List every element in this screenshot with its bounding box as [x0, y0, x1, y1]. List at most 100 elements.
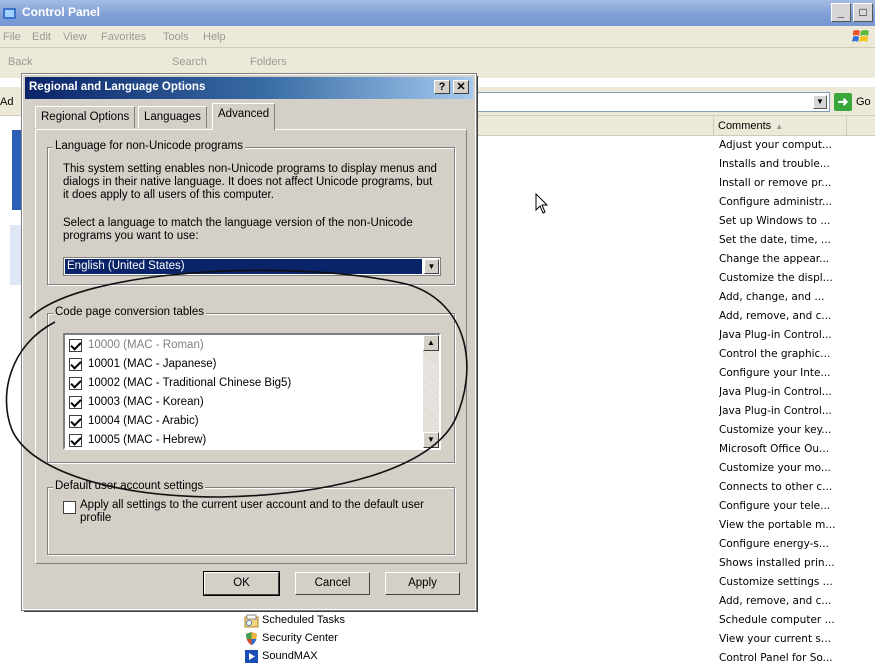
comment-cell[interactable]: Java Plug-in Control...	[719, 383, 849, 402]
menu-tools[interactable]: Tools	[163, 31, 189, 43]
apply-all-label[interactable]: Apply all settings to the current user a…	[80, 499, 440, 525]
codepage-item[interactable]: 10003 (MAC - Korean)	[69, 393, 204, 412]
help-button[interactable]: ?	[434, 80, 450, 94]
comments-column-header[interactable]: Comments ▲	[713, 116, 847, 136]
minimize-button[interactable]: _	[831, 3, 851, 22]
comment-cell[interactable]: Schedule computer ...	[719, 611, 849, 630]
list-item-label: SoundMAX	[262, 650, 318, 662]
checkbox-checked-icon[interactable]	[69, 396, 82, 409]
comment-cell[interactable]: Shows installed prin...	[719, 554, 849, 573]
comment-cell[interactable]: Add, change, and ...	[719, 288, 849, 307]
tab-advanced[interactable]: Advanced	[212, 103, 276, 130]
codepage-item-label: 10004 (MAC - Arabic)	[88, 415, 199, 427]
dialog-titlebar[interactable]: Regional and Language Options ? ✕	[25, 77, 473, 99]
language-select-value: English (United States)	[65, 259, 422, 274]
apply-button[interactable]: Apply	[385, 572, 460, 595]
codepage-item[interactable]: 10001 (MAC - Japanese)	[69, 355, 216, 374]
maximize-button[interactable]: □	[853, 3, 873, 22]
checkbox-checked-icon[interactable]	[69, 434, 82, 447]
list-item-label: Scheduled Tasks	[262, 614, 345, 626]
comment-cell[interactable]: Control the graphic...	[719, 345, 849, 364]
tab-regional-options[interactable]: Regional Options	[35, 106, 136, 128]
codepage-listbox[interactable]: 10000 (MAC - Roman) 10001 (MAC - Japanes…	[63, 333, 441, 450]
cancel-button[interactable]: Cancel	[295, 572, 370, 595]
comment-cell[interactable]: Customize your mo...	[719, 459, 849, 478]
comment-cell[interactable]: Installs and trouble...	[719, 155, 849, 174]
codepage-group-label: Code page conversion tables	[53, 306, 206, 318]
go-arrow-icon[interactable]: ➜	[834, 93, 852, 111]
codepage-item-label: 10003 (MAC - Korean)	[88, 396, 204, 408]
codepage-item[interactable]: 10005 (MAC - Hebrew)	[69, 431, 206, 450]
ok-button[interactable]: OK	[203, 571, 280, 596]
menu-file[interactable]: File	[3, 31, 21, 43]
mouse-cursor-icon	[535, 193, 549, 214]
comment-cell[interactable]: Install or remove pr...	[719, 174, 849, 193]
language-group-label: Language for non-Unicode programs	[53, 140, 245, 152]
checkbox-checked-icon[interactable]	[69, 377, 82, 390]
comment-cell[interactable]: Connects to other c...	[719, 478, 849, 497]
back-button[interactable]: Back	[8, 56, 32, 68]
menu-help[interactable]: Help	[203, 31, 226, 43]
list-item-security-center[interactable]: Security Center	[244, 630, 338, 647]
list-item-soundmax[interactable]: SoundMAX	[244, 648, 318, 664]
comment-cell[interactable]: Customize the displ...	[719, 269, 849, 288]
comment-cell[interactable]: Customize settings ...	[719, 573, 849, 592]
comment-cell[interactable]: Add, remove, and c...	[719, 307, 849, 326]
comment-cell[interactable]: Java Plug-in Control...	[719, 402, 849, 421]
tab-languages[interactable]: Languages	[138, 106, 207, 128]
list-header: Comments ▲	[465, 116, 875, 136]
comment-cell[interactable]: Configure your tele...	[719, 497, 849, 516]
folders-button[interactable]: Folders	[250, 56, 287, 68]
window-title: Control Panel	[22, 5, 101, 19]
dialog-title: Regional and Language Options	[29, 81, 206, 93]
codepage-item-label: 10001 (MAC - Japanese)	[88, 358, 217, 370]
scroll-down-icon[interactable]: ▼	[423, 432, 439, 448]
chevron-down-icon[interactable]: ▼	[424, 259, 439, 274]
control-panel-icon	[3, 8, 16, 19]
codepage-item[interactable]: 10000 (MAC - Roman)	[69, 336, 204, 355]
comment-cell[interactable]: Adjust your comput...	[719, 136, 849, 155]
checkbox-checked-icon[interactable]	[69, 339, 82, 352]
language-description: This system setting enables non-Unicode …	[63, 163, 437, 201]
menu-favorites[interactable]: Favorites	[101, 31, 146, 43]
comment-cell[interactable]: View your current s...	[719, 630, 849, 649]
comment-cell[interactable]: Customize your key...	[719, 421, 849, 440]
address-label: Ad	[0, 96, 14, 108]
checkbox-checked-icon[interactable]	[69, 415, 82, 428]
apply-all-checkbox[interactable]	[63, 501, 76, 514]
soundmax-icon	[245, 650, 258, 663]
comment-cell[interactable]: Configure your Inte...	[719, 364, 849, 383]
comment-cell[interactable]: Configure administr...	[719, 193, 849, 212]
close-button[interactable]: ✕	[453, 80, 469, 94]
comment-cell[interactable]: Set up Windows to ...	[719, 212, 849, 231]
codepage-item-label: 10000 (MAC - Roman)	[88, 339, 204, 351]
comment-cell[interactable]: Control Panel for So...	[719, 649, 849, 664]
codepage-item[interactable]: 10002 (MAC - Traditional Chinese Big5)	[69, 374, 291, 393]
comments-column-label: Comments	[718, 120, 772, 132]
windows-logo-icon	[852, 30, 869, 42]
control-panel-titlebar: Control Panel _ □	[0, 0, 875, 26]
codepage-item[interactable]: 10004 (MAC - Arabic)	[69, 412, 199, 431]
language-select[interactable]: English (United States) ▼	[63, 257, 441, 276]
security-center-icon	[246, 632, 257, 645]
codepage-item-label: 10005 (MAC - Hebrew)	[88, 434, 207, 446]
chevron-down-icon[interactable]: ▼	[813, 95, 827, 109]
comment-cell[interactable]: Change the appear...	[719, 250, 849, 269]
checkbox-checked-icon[interactable]	[69, 358, 82, 371]
comment-cell[interactable]: Add, remove, and c...	[719, 592, 849, 611]
scroll-up-icon[interactable]: ▲	[423, 335, 439, 351]
comment-cell[interactable]: Configure energy-s...	[719, 535, 849, 554]
scheduled-tasks-icon	[244, 614, 259, 628]
comment-cell[interactable]: View the portable m...	[719, 516, 849, 535]
address-field[interactable]: ▼	[465, 92, 830, 112]
list-item-scheduled-tasks[interactable]: Scheduled Tasks	[244, 612, 345, 629]
menu-edit[interactable]: Edit	[32, 31, 51, 43]
comment-cell[interactable]: Java Plug-in Control...	[719, 326, 849, 345]
codepage-scrollbar[interactable]: ▲ ▼	[423, 335, 439, 448]
comment-cell[interactable]: Set the date, time, ...	[719, 231, 849, 250]
menu-bar: File Edit View Favorites Tools Help	[0, 26, 875, 48]
go-button[interactable]: Go	[856, 96, 871, 108]
menu-view[interactable]: View	[63, 31, 87, 43]
comment-cell[interactable]: Microsoft Office Ou...	[719, 440, 849, 459]
search-button[interactable]: Search	[172, 56, 207, 68]
